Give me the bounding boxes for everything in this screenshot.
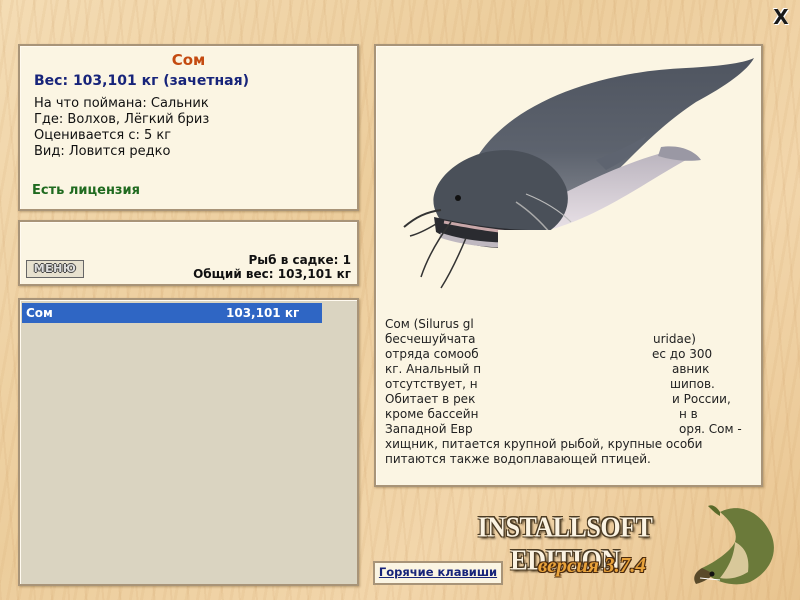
description-fragment: и России, (672, 392, 731, 407)
description-line: хищник, питается крупной рыбой, крупные … (385, 437, 703, 451)
list-item-name: Сом (26, 306, 53, 320)
description-fragment: шипов. (670, 377, 715, 392)
fish-detail-panel: Сом (Silurus gl бесчешуйчата отряда сомо… (374, 44, 763, 487)
list-item[interactable]: Сом 103,101 кг (22, 303, 322, 323)
fish-info-panel: Сом Вес: 103,101 кг (зачетная) На что по… (18, 44, 359, 211)
catfish-image (403, 58, 754, 289)
keep-net-panel: МЕНЮ Рыб в садке: 1 Общий вес: 103,101 к… (18, 220, 359, 286)
description-line: кроме бассейн (385, 407, 479, 421)
pike-fish-logo-icon (694, 505, 774, 585)
list-item-weight: 103,101 кг (226, 306, 300, 320)
valued-from-info: Оценивается с: 5 кг (34, 128, 172, 143)
location-info: Где: Волхов, Лёгкий бриз (34, 112, 210, 127)
catch-list: Сом 103,101 кг (18, 298, 359, 586)
description-fragment: оря. Сом - (679, 422, 742, 437)
description-fragment: авник (672, 362, 710, 377)
keep-net-count: Рыб в садке: 1 (248, 253, 352, 267)
menu-button[interactable]: МЕНЮ (26, 260, 84, 278)
description-fragment: uridae) (653, 332, 696, 347)
fish-name-title: Сом (171, 51, 206, 69)
keep-net-total-weight: Общий вес: 103,101 кг (193, 267, 351, 281)
fish-weight: Вес: 103,101 кг (зачетная) (34, 73, 249, 89)
species-info: Вид: Ловится редко (34, 144, 171, 159)
version-label: версия 3.7.4 (538, 553, 647, 577)
close-button[interactable]: X (770, 6, 792, 28)
license-status: Есть лицензия (32, 183, 140, 198)
description-fragment: ес до 300 (652, 347, 713, 362)
description-fragment: н в (679, 407, 698, 422)
description-line: питаются также водоплавающей птицей. (385, 452, 651, 466)
bait-info: На что поймана: Сальник (34, 96, 209, 111)
description-line: бесчешуйчата (385, 332, 476, 346)
description-line: Сом (Silurus gl (385, 317, 474, 331)
